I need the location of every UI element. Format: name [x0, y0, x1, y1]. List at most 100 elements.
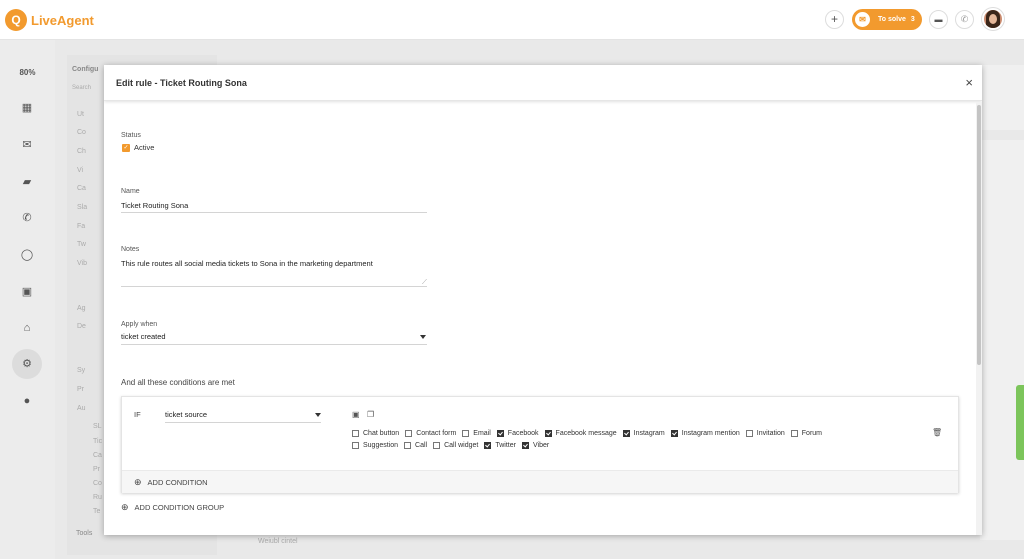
checkbox-unchecked-icon [405, 430, 413, 437]
conditions-heading: And all these conditions are met [121, 378, 235, 387]
source-label: Contact form [416, 430, 457, 437]
source-checkbox[interactable]: Forum [790, 430, 823, 437]
app-name: LiveAgent [31, 12, 94, 28]
config-item[interactable]: Tw [77, 241, 86, 248]
to-solve-button[interactable]: ✉ To solve 3 [852, 9, 922, 30]
active-checkbox[interactable]: ✓ Active [122, 143, 154, 152]
config-subitem[interactable]: Tic [93, 438, 102, 445]
source-row: Suggestion Call Call widget Twitter Viber [352, 440, 932, 451]
config-subitem[interactable]: Ca [93, 452, 102, 459]
config-subitem[interactable]: Co [93, 480, 102, 487]
source-label: Forum [801, 430, 823, 437]
gear-icon[interactable]: ⚙ [17, 354, 37, 374]
source-label: Facebook [507, 430, 539, 437]
active-checkbox-label: Active [134, 143, 155, 152]
trash-icon[interactable]: 🗑 [932, 428, 942, 437]
feedback-tab[interactable] [1016, 385, 1024, 460]
config-search[interactable]: Search [72, 85, 91, 91]
add-condition-label: ADD CONDITION [147, 478, 208, 487]
notes-textarea[interactable]: This rule routes all social media ticket… [121, 259, 426, 268]
config-subitem[interactable]: Ru [93, 494, 102, 501]
select-all-icon[interactable]: ▣ [352, 410, 360, 419]
add-condition-group-button[interactable]: ⊕ ADD CONDITION GROUP [121, 502, 224, 513]
checkbox-checked-icon [521, 442, 529, 449]
source-row: Chat button Contact form Email Facebook Face… [352, 428, 932, 439]
condition-field-select[interactable]: ticket source [165, 410, 207, 419]
close-icon[interactable]: × [965, 75, 973, 90]
calls-icon[interactable]: ✆ [17, 208, 37, 228]
config-item[interactable]: Co [77, 129, 86, 136]
config-item[interactable]: Sy [77, 367, 85, 374]
source-checkbox[interactable]: Contact form [405, 430, 456, 437]
name-input[interactable]: Ticket Routing Sona [121, 201, 188, 210]
source-checkbox[interactable]: Chat button [352, 430, 399, 437]
source-label: Instagram mention [681, 430, 740, 437]
source-checkbox[interactable]: Twitter [484, 442, 516, 449]
checkbox-unchecked-icon [745, 430, 753, 437]
add-icon[interactable]: + [825, 10, 844, 29]
source-checkbox[interactable]: Instagram mention [670, 430, 740, 437]
config-item[interactable]: Au [77, 405, 86, 412]
config-item[interactable]: Sla [77, 204, 87, 211]
avatar[interactable] [982, 8, 1004, 30]
source-checkbox[interactable]: Email [462, 430, 491, 437]
source-checkbox[interactable]: Suggestion [352, 442, 398, 449]
config-item[interactable]: Vib [77, 260, 87, 267]
checkbox-unchecked-icon [790, 430, 798, 437]
source-checkbox[interactable]: Facebook message [544, 430, 617, 437]
chats-icon[interactable]: ▰ [17, 172, 37, 192]
edit-rule-dialog: Edit rule - Ticket Routing Sona × Status… [104, 65, 982, 535]
chevron-down-icon[interactable] [315, 413, 321, 417]
contacts-icon[interactable]: ▣ [17, 282, 37, 302]
mail-icon: ✉ [855, 12, 870, 27]
source-checkbox[interactable]: Viber [521, 442, 550, 449]
source-label: Call [415, 442, 428, 449]
source-checkbox[interactable]: Instagram [622, 430, 665, 437]
source-checkbox[interactable]: Facebook [496, 430, 539, 437]
source-label: Suggestion [363, 442, 399, 449]
config-item[interactable]: Pr [77, 386, 84, 393]
tools-nav-item[interactable]: Tools [76, 530, 92, 537]
config-item[interactable]: Ut [77, 111, 84, 118]
add-condition-button[interactable]: ⊕ ADD CONDITION [134, 477, 208, 488]
if-label: IF [134, 410, 141, 419]
source-checkbox[interactable]: Call widget [433, 442, 478, 449]
knowledgebase-icon[interactable]: ⌂ [17, 318, 37, 338]
resize-handle-icon[interactable]: ⟋ [422, 279, 427, 287]
copy-icon[interactable]: ❐ [367, 410, 374, 419]
app-logo[interactable]: Q LiveAgent [5, 9, 94, 31]
tickets-icon[interactable]: ✉ [17, 135, 37, 155]
chevron-down-icon[interactable] [420, 335, 426, 339]
config-subitem[interactable]: SL [93, 423, 102, 430]
condition-footer: ⊕ ADD CONDITION [122, 470, 958, 493]
config-item[interactable]: Fa [77, 223, 85, 230]
checkbox-unchecked-icon [433, 442, 441, 449]
config-item[interactable]: Ca [77, 185, 86, 192]
main-sidebar: 80% ▦ ✉ ▰ ✆ ◯ ▣ ⌂ ⚙ ● [0, 40, 55, 559]
source-label: Invitation [756, 430, 785, 437]
source-checkbox[interactable]: Call [404, 442, 427, 449]
checkbox-unchecked-icon [352, 430, 359, 437]
plugins-icon[interactable]: ● [17, 391, 37, 411]
chat-status-icon[interactable]: ▬ [929, 10, 948, 29]
config-item[interactable]: Ag [77, 305, 86, 312]
zoom-level: 80% [19, 68, 36, 77]
dashboard-icon[interactable]: ▦ [17, 98, 37, 118]
apply-when-select[interactable]: ticket created [121, 332, 166, 341]
config-item[interactable]: De [77, 323, 86, 330]
status-label: Status [121, 132, 141, 139]
config-subitem[interactable]: Pr [93, 466, 100, 473]
scrollbar-thumb[interactable] [977, 105, 981, 365]
config-item[interactable]: Ch [77, 148, 86, 155]
add-condition-group-label: ADD CONDITION GROUP [134, 503, 225, 512]
config-subitem[interactable]: Te [93, 508, 100, 515]
condition-group: IF ticket source ▣ ❐ Chat button Contact … [121, 396, 959, 493]
reports-icon[interactable]: ◯ [17, 245, 37, 265]
checkbox-checked-icon: ✓ [122, 143, 130, 152]
source-checkbox[interactable]: Invitation [745, 430, 785, 437]
config-item[interactable]: Vi [77, 167, 83, 174]
phone-status-icon[interactable]: ✆ [955, 10, 974, 29]
source-label: Viber [532, 442, 550, 449]
to-solve-count: 3 [910, 16, 915, 23]
notes-label: Notes [121, 246, 140, 253]
